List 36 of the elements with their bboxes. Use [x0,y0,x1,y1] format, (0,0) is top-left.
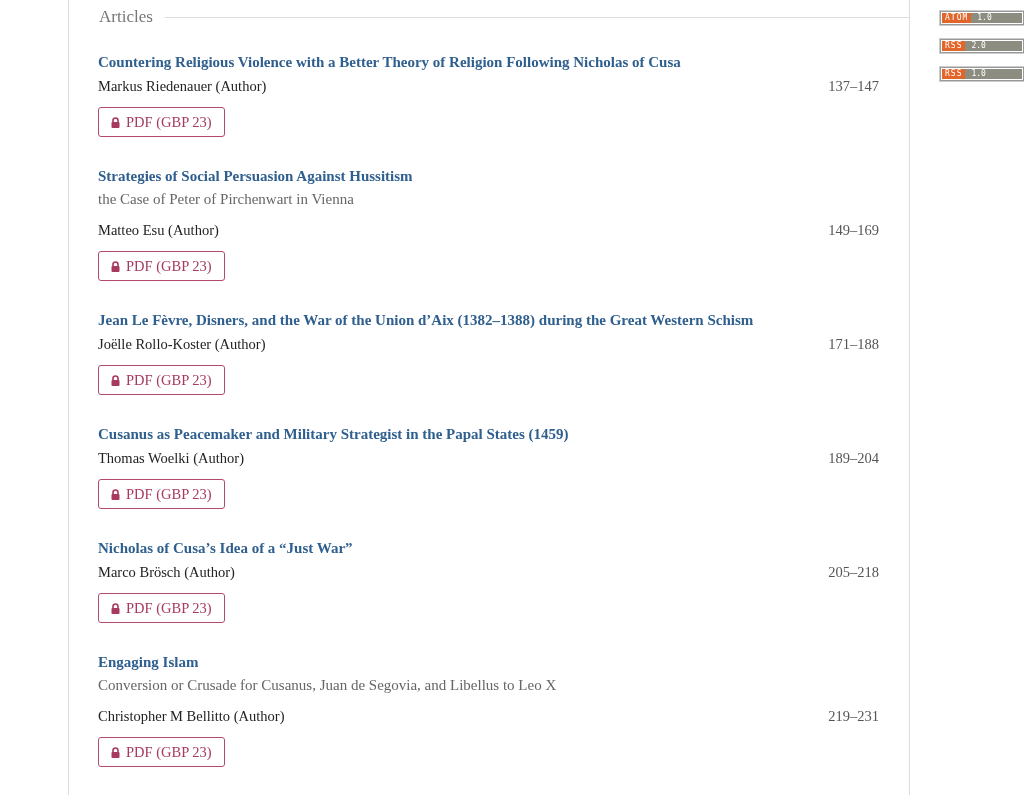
author-name: Marco Brösch (Author) [98,563,235,582]
author-name: Markus Riedenauer (Author) [98,77,267,96]
feed-badge[interactable]: ATOM 1.0 [940,11,1024,25]
section-legend: Articles [87,7,165,27]
lock-icon [111,116,120,128]
article-subtitle: Conversion or Crusade for Cusanus, Juan de Segovia, and Libellus to Leo X [98,676,557,695]
page-range: 149–169 [828,221,879,240]
pdf-button[interactable]: PDF (GBP 23) [98,251,225,281]
article-title-link[interactable]: Strategies of Social Persuasion Against Hussitism [98,166,413,186]
article-title-link[interactable]: Cusanus as Peacemaker and Military Strategist in the Papal States (1459) [98,424,569,444]
page-range: 171–188 [828,335,879,354]
article-title-link[interactable]: Countering Religious Violence with a Better Theory of Religion Following Nicholas of Cusa [98,52,681,72]
article-subtitle: the Case of Peter of Pirchenwart in Vienna [98,190,354,209]
lock-icon [111,260,120,272]
pdf-button[interactable]: PDF (GBP 23) [98,107,225,137]
page-range: 137–147 [828,77,879,96]
lock-icon [111,488,120,500]
author-name: Joëlle Rollo-Koster (Author) [98,335,266,354]
lock-icon [111,602,120,614]
article-title-link[interactable]: Engaging Islam [98,652,199,672]
pdf-button[interactable]: PDF (GBP 23) [98,593,225,623]
pdf-button[interactable]: PDF (GBP 23) [98,737,225,767]
feed-badge[interactable]: RSS 2.0 [940,39,1024,53]
author-name: Christopher M Bellitto (Author) [98,707,285,726]
article-title-link[interactable]: Jean Le Fèvre, Disners, and the War of the Union d’Aix (1382–1388) during the Great Western Schism [98,310,754,330]
lock-icon [111,746,120,758]
feed-badge[interactable]: RSS 1.0 [940,67,1024,81]
author-name: Thomas Woelki (Author) [98,449,244,468]
article-title-link[interactable]: Nicholas of Cusa’s Idea of a “Just War” [98,538,353,558]
page-range: 189–204 [828,449,879,468]
page-range: 219–231 [828,707,879,726]
pdf-button[interactable]: PDF (GBP 23) [98,365,225,395]
page-range: 205–218 [828,563,879,582]
lock-icon [111,374,120,386]
pdf-button[interactable]: PDF (GBP 23) [98,479,225,509]
author-name: Matteo Esu (Author) [98,221,219,240]
